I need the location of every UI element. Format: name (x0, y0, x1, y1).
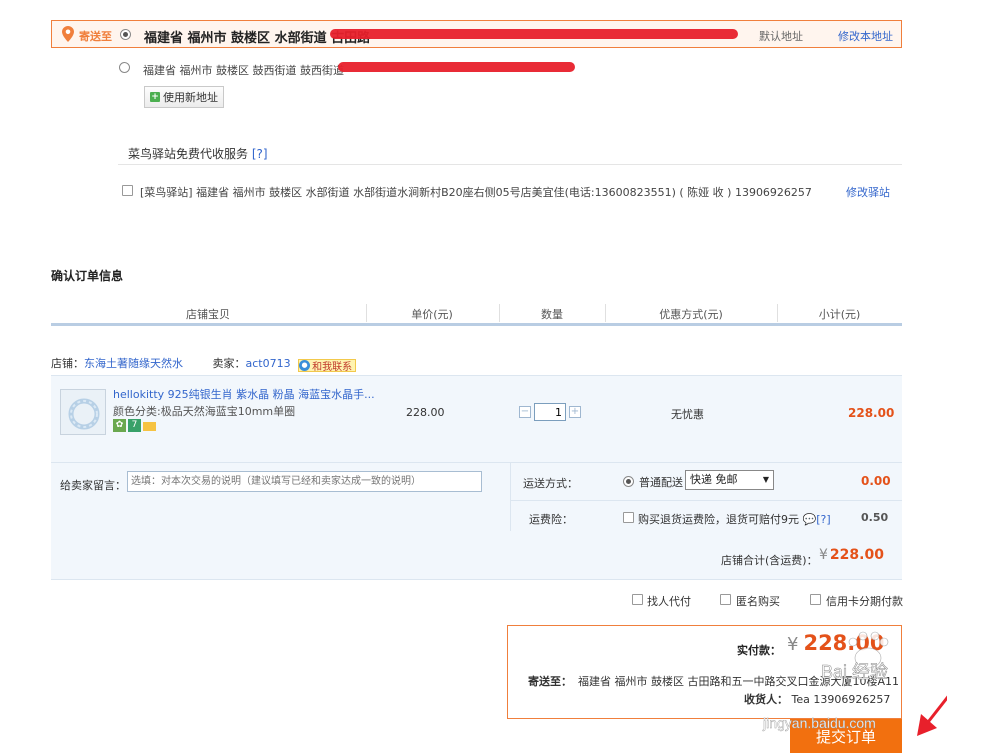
header-shop-item: 店铺宝贝 (186, 308, 230, 321)
message-label: 给卖家留言： (60, 479, 126, 492)
currency-symbol: ¥ (787, 634, 799, 655)
chat-bubble-icon: 💬 (802, 513, 817, 526)
credit-card-icon (143, 422, 156, 431)
vertical-separator (510, 463, 511, 531)
edit-station-link[interactable]: 修改驿站 (846, 184, 890, 200)
table-header-underline (51, 323, 902, 326)
item-title-link[interactable]: hellokitty 925纯银生肖 紫水晶 粉晶 海蓝宝水晶手... (113, 386, 375, 402)
order-extra-block: 给卖家留言： 运送方式： 普通配送 快递 免邮 ▼ 0.00 运费险： 购买退货… (51, 462, 902, 580)
shipping-radio[interactable] (623, 476, 634, 487)
cainiao-checkbox[interactable] (122, 185, 133, 196)
item-discount: 无忧惠 (671, 408, 704, 421)
shipping-select[interactable]: 快递 免邮 ▼ (685, 470, 774, 490)
installment-checkbox[interactable] (810, 594, 821, 605)
contact-seller-button[interactable]: ● 和我联系 (298, 359, 357, 373)
shipping-method-label: 运送方式： (523, 477, 578, 490)
pay-amount-value: 228.00 (803, 631, 885, 655)
shop-info-line: 店铺：东海土著随缘天然水 卖家：act0713 ● 和我联系 (51, 355, 357, 373)
guarantee-badge-icon: ✿ (113, 419, 126, 432)
redaction-mark (330, 29, 738, 39)
plus-step-icon[interactable]: + (569, 406, 581, 418)
second-address-text: 福建省 福州市 鼓楼区 鼓西街道 鼓西街道 (143, 64, 344, 77)
insurance-checkbox[interactable] (623, 512, 634, 523)
shop-total-value: 228.00 (829, 547, 884, 563)
chat-icon: ● (299, 360, 311, 371)
anonymous-label: 匿名购买 (736, 595, 780, 608)
shop-prefix: 店铺： (51, 357, 84, 370)
receiver-label: 收货人： (744, 693, 788, 706)
seller-prefix: 卖家： (212, 357, 246, 370)
contact-label: 和我联系 (312, 362, 353, 373)
divider (118, 164, 902, 165)
proxy-pay-label: 找人代付 (647, 595, 691, 608)
order-item-row: hellokitty 925纯银生肖 紫水晶 粉晶 海蓝宝水晶手... 颜色分类… (51, 375, 902, 462)
shop-name-link[interactable]: 东海土著随缘天然水 (84, 357, 183, 370)
submit-order-button[interactable]: 提交订单 (790, 719, 902, 753)
header-discount: 优惠方式(元) (659, 308, 723, 321)
use-new-address-label: 使用新地址 (163, 91, 218, 104)
use-new-address-button[interactable]: + 使用新地址 (144, 86, 224, 108)
header-unit-price: 单价(元) (411, 308, 453, 321)
send-to-label: 寄送至 (79, 30, 112, 43)
chevron-down-icon: ▼ (762, 475, 769, 484)
confirm-order-title: 确认订单信息 (51, 269, 124, 283)
summary-receiver: 收货人： Tea 13906926257 (744, 691, 890, 707)
address-radio-2[interactable] (119, 62, 130, 73)
location-pin-icon (62, 26, 74, 42)
summary-send-to-text: 福建省 福州市 鼓楼区 古田路和五一中路交叉口金源大厦10楼A11 (578, 675, 900, 688)
edit-address-link[interactable]: 修改本地址 (838, 28, 893, 44)
minus-icon[interactable]: − (519, 406, 531, 418)
insurance-text-content: 购买退货运费险，退货可赔付9元 (638, 513, 799, 526)
insurance-text: 购买退货运费险，退货可赔付9元 💬[?] (638, 511, 831, 527)
message-to-seller-input[interactable] (127, 471, 482, 492)
quantity-input[interactable] (534, 403, 566, 421)
pay-amount-label: 实付款： (737, 644, 781, 657)
horizontal-separator (510, 500, 902, 501)
cainiao-service-title: 菜鸟驿站免费代收服务 [?] (128, 145, 268, 162)
insurance-label: 运费险： (529, 513, 573, 526)
shipping-fee: 0.00 (861, 474, 891, 488)
item-thumbnail[interactable] (60, 389, 106, 435)
bracelet-image-icon (68, 398, 100, 430)
quantity-stepper: − + (519, 403, 581, 421)
proxy-pay-checkbox[interactable] (632, 594, 643, 605)
item-unit-price: 228.00 (406, 406, 445, 419)
cainiao-title-text: 菜鸟驿站免费代收服务 (128, 147, 249, 161)
summary-send-to: 寄送至： 福建省 福州市 鼓楼区 古田路和五一中路交叉口金源大厦10楼A11 (528, 673, 899, 689)
shipping-option-label: 普通配送 (639, 476, 683, 489)
item-subtotal: 228.00 (848, 406, 895, 420)
cainiao-station-text: [菜鸟驿站] 福建省 福州市 鼓楼区 水部街道 水部街道水涧新村B20座右侧05… (140, 186, 812, 199)
shop-total: ¥228.00 (819, 547, 884, 563)
installment-label: 信用卡分期付款 (826, 595, 903, 608)
header-quantity: 数量 (541, 308, 563, 321)
insurance-help-link[interactable]: [?] (816, 513, 830, 526)
redaction-mark-2 (338, 62, 575, 72)
plus-icon: + (150, 92, 160, 102)
insurance-fee: 0.50 (861, 511, 889, 524)
shop-total-label: 店铺合计(含运费)： (721, 554, 818, 567)
default-address-label: 默认地址 (759, 30, 803, 43)
receiver-text: Tea 13906926257 (791, 693, 891, 706)
summary-send-to-label: 寄送至： (528, 675, 572, 688)
cainiao-help-link[interactable]: [?] (252, 147, 268, 161)
anonymous-checkbox[interactable] (720, 594, 731, 605)
header-subtotal: 小计(元) (818, 308, 861, 321)
pay-amount: ¥228.00 (787, 631, 885, 655)
payment-summary: 实付款： ¥228.00 寄送至： 福建省 福州市 鼓楼区 古田路和五一中路交叉口… (507, 625, 902, 719)
item-badges: ✿ 7 (113, 419, 156, 432)
shipping-select-value: 快递 免邮 (690, 473, 738, 486)
currency-symbol: ¥ (819, 547, 828, 563)
seller-name-link[interactable]: act0713 (246, 357, 291, 370)
item-sku: 颜色分类:极品天然海蓝宝10mm单圈 (113, 405, 296, 418)
seven-day-return-icon: 7 (128, 419, 141, 432)
address-radio-selected[interactable] (120, 29, 131, 40)
